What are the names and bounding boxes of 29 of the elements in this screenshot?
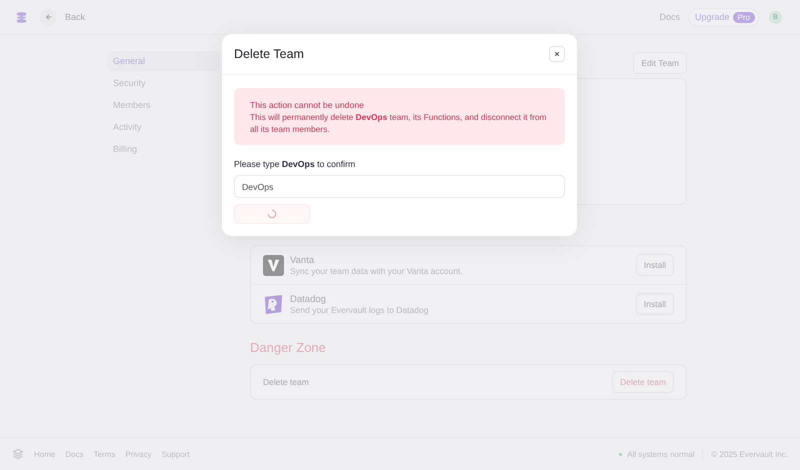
delete-team-button[interactable]: Delete team <box>612 371 674 393</box>
edit-team-button[interactable]: Edit Team <box>633 52 687 74</box>
dialog-title: Delete Team <box>234 47 304 61</box>
plan-badge: Pro <box>732 12 755 22</box>
delete-submit-button[interactable] <box>234 204 310 224</box>
back-arrow-icon <box>44 13 52 21</box>
integration-name: Datadog <box>290 294 327 304</box>
v-logo-icon <box>263 254 284 276</box>
delete-team-label: Delete team <box>263 377 309 387</box>
danger-zone-heading: Danger Zone <box>250 340 327 355</box>
confirm-label: Please type DevOps to confirm <box>234 159 356 169</box>
confirm-input-field[interactable]: DevOps <box>234 175 565 198</box>
alert-title: This action cannot be undone <box>250 99 365 111</box>
logo-icon[interactable] <box>14 10 29 24</box>
install-button[interactable]: Install <box>636 293 674 315</box>
close-button[interactable] <box>549 46 565 62</box>
install-button[interactable]: Install <box>636 254 674 276</box>
dog-logo-icon <box>263 294 284 314</box>
back-button[interactable] <box>40 8 57 26</box>
status-dot-icon <box>619 452 622 456</box>
integration-name: Vanta <box>290 254 316 266</box>
alert-message: This will permanently delete DevOps team, its Functions, and disconnect it from all its team members. <box>250 111 548 135</box>
logo-icon <box>12 448 24 460</box>
back-link[interactable]: Back <box>65 12 86 22</box>
upgrade-button[interactable]: Upgrade Pro <box>688 8 759 26</box>
loading-spinner-icon <box>267 209 277 219</box>
sidebar-item[interactable]: General <box>107 51 220 71</box>
close-icon <box>554 51 560 57</box>
docs-link[interactable]: Docs <box>660 12 680 22</box>
